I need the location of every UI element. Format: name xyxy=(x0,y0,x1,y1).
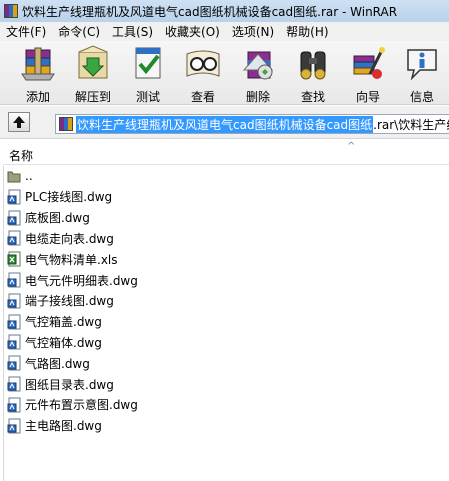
extract-to-button-label: 解压到 xyxy=(74,90,111,104)
find-button-label: 查找 xyxy=(300,90,325,104)
delete-icon xyxy=(242,51,274,80)
parent-folder-row[interactable]: .. xyxy=(4,166,33,186)
delete-button[interactable]: 删除 xyxy=(232,44,284,104)
menu-tools[interactable]: 工具(S) xyxy=(106,23,159,40)
file-name: 电缆走向表.dwg xyxy=(25,231,114,246)
file-row[interactable]: 电气元件明细表.dwg xyxy=(4,270,138,290)
dwg-file-icon xyxy=(7,272,21,288)
view-button[interactable]: 查看 xyxy=(177,44,229,104)
view-button-label: 查看 xyxy=(190,90,215,104)
view-icon xyxy=(186,50,220,77)
file-name: 元件布置示意图.dwg xyxy=(25,398,138,413)
file-name: 电气元件明细表.dwg xyxy=(25,273,138,288)
file-name: PLC接线图.dwg xyxy=(25,190,113,205)
extract-to-button[interactable]: 解压到 xyxy=(67,44,119,104)
menu-options[interactable]: 选项(N) xyxy=(226,23,280,40)
test-button[interactable]: 测试 xyxy=(122,44,174,104)
dwg-file-icon xyxy=(7,210,21,226)
file-row[interactable]: 底板图.dwg xyxy=(4,208,90,228)
excel-file-icon xyxy=(7,251,21,267)
menu-favorites[interactable]: 收藏夹(O) xyxy=(159,23,226,40)
find-button[interactable]: 查找 xyxy=(287,44,339,104)
menu-bar: 文件(F) 命令(C) 工具(S) 收藏夹(O) 选项(N) 帮助(H) xyxy=(0,22,449,42)
column-header: 名称 ^ xyxy=(3,141,449,165)
menu-help[interactable]: 帮助(H) xyxy=(280,23,334,40)
sort-ascending-icon: ^ xyxy=(347,141,356,152)
file-row[interactable]: 端子接线图.dwg xyxy=(4,291,114,311)
archive-icon xyxy=(59,117,73,131)
file-row[interactable]: 气控箱体.dwg xyxy=(4,332,102,352)
file-name: .. xyxy=(25,169,33,183)
parent-folder-icon xyxy=(7,168,21,184)
add-archive-icon xyxy=(21,47,55,81)
address-bar-area: 饮料生产线理瓶机及风道电气cad图纸机械设备cad图纸 .rar\饮料生产线 xyxy=(0,106,449,139)
dwg-file-icon xyxy=(7,418,21,434)
menu-file[interactable]: 文件(F) xyxy=(0,23,52,40)
file-name: 底板图.dwg xyxy=(25,211,90,226)
extract-to-icon xyxy=(78,45,108,79)
up-one-level-button[interactable] xyxy=(8,112,30,132)
wizard-icon xyxy=(353,47,385,79)
info-icon xyxy=(407,49,437,81)
winrar-app-icon xyxy=(4,4,18,18)
up-arrow-icon xyxy=(13,116,25,128)
file-name: 气路图.dwg xyxy=(25,356,90,371)
add-button[interactable]: 添加 xyxy=(12,44,64,104)
dwg-file-icon xyxy=(7,293,21,309)
wizard-button[interactable]: 向导 xyxy=(342,44,394,104)
add-button-label: 添加 xyxy=(25,90,50,104)
dwg-file-icon xyxy=(7,314,21,330)
file-name: 电气物料清单.xls xyxy=(25,252,118,267)
dwg-file-icon xyxy=(7,355,21,371)
file-row[interactable]: 图纸目录表.dwg xyxy=(4,374,114,394)
file-name: 图纸目录表.dwg xyxy=(25,377,114,392)
file-row[interactable]: PLC接线图.dwg xyxy=(4,187,112,207)
menu-commands[interactable]: 命令(C) xyxy=(52,23,106,40)
toolbar: 添加 解压到 测试 查看 删除 查找 向导 信息 xyxy=(0,41,449,105)
dwg-file-icon xyxy=(7,230,21,246)
file-row[interactable]: 元件布置示意图.dwg xyxy=(4,395,138,415)
file-row[interactable]: 主电路图.dwg xyxy=(4,416,102,436)
file-row[interactable]: 电缆走向表.dwg xyxy=(4,228,114,248)
file-row[interactable]: 电气物料清单.xls xyxy=(4,249,118,269)
title-bar: 饮料生产线理瓶机及风道电气cad图纸机械设备cad图纸.rar - WinRAR xyxy=(0,0,449,23)
find-icon xyxy=(300,51,326,80)
dwg-file-icon xyxy=(7,334,21,350)
file-row[interactable]: 气控箱盖.dwg xyxy=(4,312,102,332)
delete-button-label: 删除 xyxy=(245,90,270,104)
address-rest-text: .rar\饮料生产线 xyxy=(373,117,449,132)
file-list: .. PLC接线图.dwg 底板图.dwg 电缆走向表.dwg 电气物料清单.xls 电气… xyxy=(3,166,449,481)
file-name: 端子接线图.dwg xyxy=(25,294,114,309)
test-icon xyxy=(135,47,161,79)
dwg-file-icon xyxy=(7,397,21,413)
address-field[interactable]: 饮料生产线理瓶机及风道电气cad图纸机械设备cad图纸 .rar\饮料生产线 xyxy=(55,114,449,134)
file-name: 气控箱体.dwg xyxy=(25,335,102,350)
file-name: 主电路图.dwg xyxy=(25,419,102,434)
dwg-file-icon xyxy=(7,376,21,392)
info-button[interactable]: 信息 xyxy=(396,44,448,104)
info-button-label: 信息 xyxy=(409,90,434,104)
wizard-button-label: 向导 xyxy=(355,90,380,104)
file-row[interactable]: 气路图.dwg xyxy=(4,353,90,373)
dwg-file-icon xyxy=(7,189,21,205)
file-name: 气控箱盖.dwg xyxy=(25,315,102,330)
test-button-label: 测试 xyxy=(135,90,160,104)
window-title: 饮料生产线理瓶机及风道电气cad图纸机械设备cad图纸.rar - WinRAR xyxy=(22,4,398,19)
address-selected-text: 饮料生产线理瓶机及风道电气cad图纸机械设备cad图纸 xyxy=(76,115,374,133)
column-name-header[interactable]: 名称 xyxy=(9,147,33,164)
